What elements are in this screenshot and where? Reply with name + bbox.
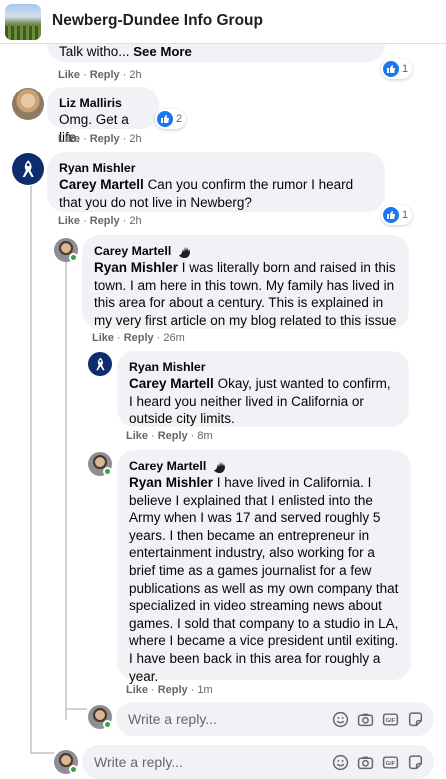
reply-button[interactable]: Reply	[158, 684, 188, 696]
reply-placeholder: Write a reply...	[128, 711, 217, 727]
reaction-count[interactable]: 1	[381, 59, 413, 79]
comment-actions: Like · Reply · 2h	[58, 69, 142, 81]
like-button[interactable]: Like	[126, 430, 148, 442]
comment-bubble: Carey Martell Ryan Mishler I was literal…	[82, 235, 409, 329]
like-button[interactable]: Like	[58, 215, 80, 227]
sticker-icon[interactable]	[407, 711, 424, 728]
wave-badge-icon	[177, 243, 193, 259]
timestamp[interactable]: 2h	[129, 133, 141, 145]
svg-text:GIF: GIF	[386, 761, 396, 767]
reply-placeholder: Write a reply...	[94, 754, 183, 770]
logo-icon	[22, 160, 34, 177]
mention-link[interactable]: Ryan Mishler	[129, 475, 213, 490]
comment-author[interactable]: Liz Malliris	[59, 95, 147, 111]
online-indicator	[103, 467, 112, 476]
comment-bubble: Ryan Mishler Carey Martell Okay, just wa…	[117, 351, 409, 427]
online-indicator	[69, 765, 78, 774]
comment-author[interactable]: Carey Martell	[94, 243, 171, 259]
comment-bubble: Ryan Mishler Carey Martell Can you confi…	[47, 152, 385, 212]
like-reaction-icon	[157, 111, 173, 127]
like-button[interactable]: Like	[126, 684, 148, 696]
avatar[interactable]	[12, 88, 44, 120]
wave-badge-icon	[212, 458, 228, 474]
like-button[interactable]: Like	[92, 332, 114, 344]
timestamp[interactable]: 1m	[197, 684, 212, 696]
logo-icon	[95, 357, 105, 370]
comment-actions: Like · Reply · 2h	[58, 133, 142, 145]
comment-actions: Like · Reply · 26m	[92, 332, 185, 344]
comment-actions: Like · Reply · 8m	[126, 430, 213, 442]
thread-line	[65, 708, 87, 710]
thread-line	[65, 262, 67, 720]
reply-button[interactable]: Reply	[158, 430, 188, 442]
reply-input[interactable]: Write a reply... GIF	[116, 702, 434, 736]
online-indicator	[69, 253, 78, 262]
mention-link[interactable]: Ryan Mishler	[94, 260, 178, 275]
comment-actions: Like · Reply · 2h	[58, 215, 142, 227]
reply-button[interactable]: Reply	[124, 332, 154, 344]
reply-button[interactable]: Reply	[90, 215, 120, 227]
emoji-icon[interactable]	[332, 754, 349, 771]
see-more-link[interactable]: See More	[133, 44, 192, 59]
online-indicator	[103, 720, 112, 729]
group-title[interactable]: Newberg-Dundee Info Group	[52, 12, 263, 30]
comment-actions: Like · Reply · 1m	[126, 684, 213, 696]
svg-text:GIF: GIF	[386, 718, 396, 724]
sticker-icon[interactable]	[407, 754, 424, 771]
comment-bubble: Carey Martell Ryan Mishler I have lived …	[117, 450, 411, 684]
emoji-icon[interactable]	[332, 711, 349, 728]
avatar[interactable]	[12, 153, 44, 185]
comment-author[interactable]: Carey Martell	[129, 458, 206, 474]
like-button[interactable]: Like	[58, 69, 80, 81]
thread-line	[30, 186, 32, 754]
gif-icon[interactable]: GIF	[382, 711, 399, 728]
comment-text: I have lived in California. I believe I …	[129, 475, 399, 684]
reply-input[interactable]: Write a reply... GIF	[82, 745, 434, 779]
timestamp[interactable]: 8m	[197, 430, 212, 442]
camera-icon[interactable]	[357, 754, 374, 771]
mention-link[interactable]: Carey Martell	[129, 376, 214, 391]
timestamp[interactable]: 2h	[129, 69, 141, 81]
reaction-count[interactable]: 2	[155, 109, 187, 129]
comment-author[interactable]: Ryan Mishler	[59, 160, 373, 176]
gif-icon[interactable]: GIF	[382, 754, 399, 771]
reaction-count[interactable]: 1	[381, 205, 413, 225]
comment-author[interactable]: Ryan Mishler	[129, 359, 397, 375]
comment-bubble: Liz Malliris Omg. Get a life.	[47, 87, 159, 145]
like-reaction-icon	[383, 61, 399, 77]
group-header: Newberg-Dundee Info Group	[0, 0, 446, 44]
timestamp[interactable]: 26m	[163, 332, 184, 344]
like-reaction-icon	[383, 207, 399, 223]
avatar[interactable]	[88, 352, 112, 376]
like-button[interactable]: Like	[58, 133, 80, 145]
timestamp[interactable]: 2h	[129, 215, 141, 227]
reply-button[interactable]: Reply	[90, 133, 120, 145]
comment-text: Talk witho...	[59, 44, 130, 59]
group-avatar[interactable]	[5, 4, 41, 40]
reply-button[interactable]: Reply	[90, 69, 120, 81]
mention-link[interactable]: Carey Martell	[59, 177, 144, 192]
thread-line	[30, 752, 54, 754]
camera-icon[interactable]	[357, 711, 374, 728]
